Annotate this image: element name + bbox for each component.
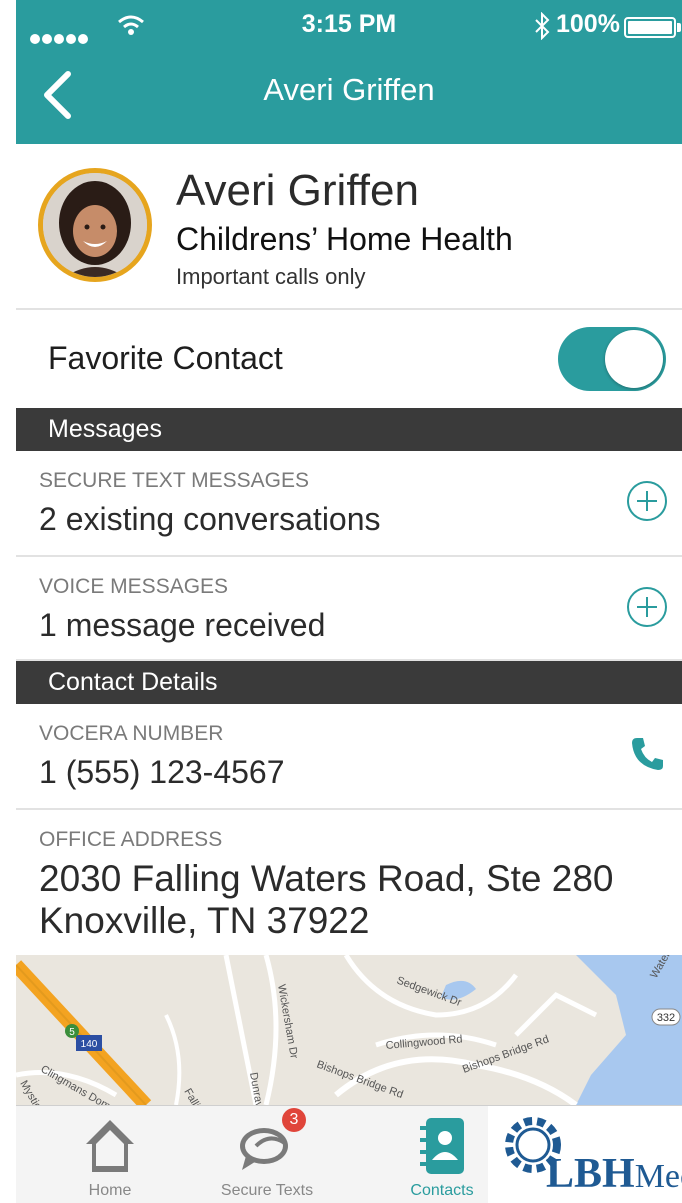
- tab-label-home: Home: [88, 1182, 132, 1199]
- location-map[interactable]: Sedgewick Dr Collingwood Rd Bishops Brid…: [16, 955, 682, 1105]
- section-title-contact-details: Contact Details: [48, 668, 218, 696]
- map-label-12: 5: [69, 1027, 75, 1038]
- battery-percent: 100%: [556, 10, 620, 38]
- tab-secure-texts[interactable]: 3 Secure Texts: [212, 1106, 322, 1203]
- vocera-number-row[interactable]: VOCERA NUMBER 1 (555) 123-4567: [16, 704, 682, 810]
- section-title-messages: Messages: [48, 415, 162, 443]
- contact-organization: Childrens’ Home Health: [176, 221, 513, 257]
- lbh-logo: LBHMec: [488, 1106, 682, 1203]
- map-graphic: Sedgewick Dr Collingwood Rd Bishops Brid…: [16, 955, 682, 1105]
- office-address-value: 2030 Falling Waters Road, Ste 280 Knoxvi…: [39, 858, 614, 942]
- home-icon: [86, 1120, 134, 1172]
- map-label-11: 140: [81, 1039, 98, 1050]
- map-label-10: 332: [657, 1012, 675, 1024]
- unread-badge: 3: [282, 1108, 306, 1132]
- voice-messages-row[interactable]: VOICE MESSAGES 1 message received: [16, 557, 682, 661]
- header: 3:15 PM 100% Averi Griffen: [16, 0, 682, 144]
- avatar-photo: [43, 173, 147, 277]
- address-line-1: 2030 Falling Waters Road, Ste 280: [39, 858, 614, 899]
- secure-text-label: SECURE TEXT MESSAGES: [39, 469, 309, 492]
- phone-icon[interactable]: [630, 736, 664, 772]
- toggle-knob: [605, 330, 663, 388]
- voice-messages-value: 1 message received: [39, 607, 326, 643]
- contact-name: Averi Griffen: [176, 166, 419, 215]
- add-secure-text-icon[interactable]: [626, 480, 668, 522]
- favorite-contact-label: Favorite Contact: [48, 340, 283, 376]
- secure-text-value: 2 existing conversations: [39, 501, 381, 537]
- section-header-contact-details: Contact Details: [16, 661, 682, 704]
- vocera-number-label: VOCERA NUMBER: [39, 722, 224, 745]
- status-bar: 3:15 PM 100%: [16, 0, 682, 54]
- tab-home[interactable]: Home: [64, 1106, 156, 1203]
- app-screen: 3:15 PM 100% Averi Griffen Averi Griffen…: [16, 0, 682, 1203]
- section-header-messages: Messages: [16, 408, 682, 451]
- tab-label-secure-texts: Secure Texts: [220, 1182, 314, 1199]
- contacts-icon: [420, 1118, 464, 1174]
- address-line-2: Knoxville, TN 37922: [39, 900, 370, 941]
- page-title: Averi Griffen: [263, 72, 435, 107]
- contact-profile: Averi Griffen Childrens’ Home Health Imp…: [16, 144, 682, 310]
- favorite-toggle[interactable]: [558, 327, 666, 391]
- vocera-number-value: 1 (555) 123-4567: [39, 754, 285, 790]
- voice-messages-label: VOICE MESSAGES: [39, 575, 229, 598]
- office-address-row[interactable]: OFFICE ADDRESS 2030 Falling Waters Road,…: [16, 810, 682, 955]
- add-voice-message-icon[interactable]: [626, 586, 668, 628]
- battery-icon: [624, 17, 676, 38]
- office-address-label: OFFICE ADDRESS: [39, 828, 223, 851]
- avatar: [38, 168, 152, 282]
- favorite-contact-row: Favorite Contact: [16, 310, 682, 408]
- contact-note: Important calls only: [176, 264, 366, 289]
- tab-label-contacts: Contacts: [410, 1182, 474, 1199]
- battery-tip: [677, 23, 681, 32]
- tab-bar: Home 3 Secure Texts Contacts LBHMe: [16, 1105, 682, 1203]
- bluetooth-icon: [535, 12, 550, 40]
- tab-contacts[interactable]: Contacts: [396, 1106, 488, 1203]
- logo-text: LBHMec: [546, 1151, 682, 1197]
- secure-text-messages-row[interactable]: SECURE TEXT MESSAGES 2 existing conversa…: [16, 451, 682, 557]
- left-margin: [0, 0, 16, 1203]
